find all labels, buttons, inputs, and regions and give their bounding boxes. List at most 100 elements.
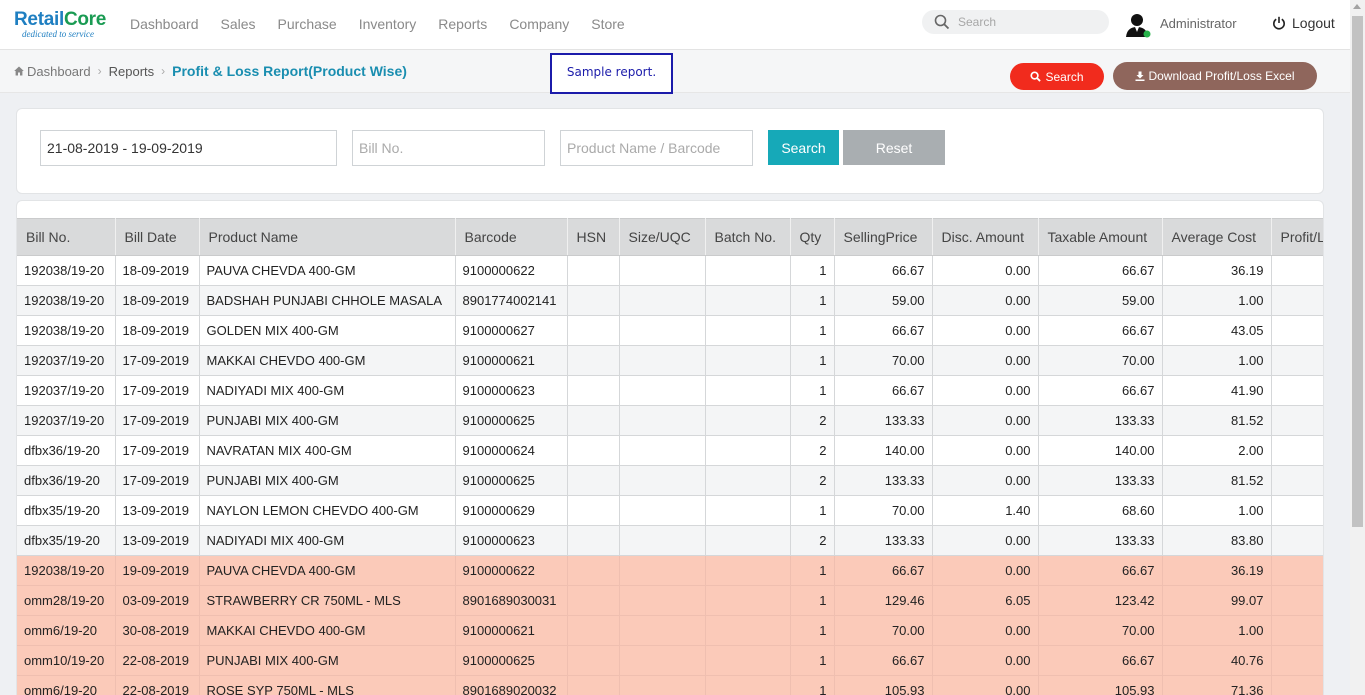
table-row-highlighted[interactable]: omm28/19-20 03-09-2019 STRAWBERRY CR 750ML… (17, 585, 1323, 616)
average-cost-cell: 81.52 (1162, 405, 1272, 436)
size-uqc-cell (619, 495, 706, 526)
column-header-size-uqc[interactable]: Size/UQC (619, 218, 706, 256)
logout-label: Logout (1292, 15, 1335, 31)
column-header-bill-date[interactable]: Bill Date (115, 218, 200, 256)
column-header-hsn[interactable]: HSN (567, 218, 620, 256)
search-button[interactable]: Search (768, 130, 839, 165)
table-row[interactable]: dfbx35/19-20 13-09-2019 NAYLON LEMON CHEVD… (17, 495, 1323, 526)
nav-reports[interactable]: Reports (438, 16, 487, 32)
breadcrumb-reports[interactable]: Reports (109, 64, 155, 79)
qty-cell: 1 (790, 675, 835, 695)
nav-store[interactable]: Store (591, 16, 624, 32)
scrollbar-thumb[interactable] (1352, 16, 1363, 527)
nav-purchase[interactable]: Purchase (278, 16, 337, 32)
average-cost-cell: 1.00 (1162, 615, 1272, 646)
table-row[interactable]: 192037/19-20 17-09-2019 PUNJABI MIX 400-GM… (17, 405, 1323, 436)
product-name-cell: ROSE SYP 750ML - MLS (199, 675, 456, 695)
bill-no-cell: omm6/19-20 (17, 615, 116, 646)
barcode-cell: 8901689030031 (455, 585, 568, 616)
global-search-input[interactable] (958, 13, 1098, 31)
barcode-cell: 8901689020032 (455, 675, 568, 695)
breadcrumb-dashboard[interactable]: Dashboard (27, 64, 91, 79)
reset-button[interactable]: Reset (843, 130, 945, 165)
hsn-cell (567, 645, 620, 676)
column-header-qty[interactable]: Qty (790, 218, 835, 256)
brand-logo[interactable]: RetailCore dedicated to service (14, 10, 106, 39)
table-row-highlighted[interactable]: omm6/19-20 22-08-2019 ROSE SYP 750ML - MLS… (17, 675, 1323, 695)
selling-price-cell: 133.33 (834, 405, 933, 436)
column-header-disc-amount[interactable]: Disc. Amount (932, 218, 1039, 256)
column-header-taxable-amount[interactable]: Taxable Amount (1038, 218, 1163, 256)
table-row[interactable]: dfbx36/19-20 17-09-2019 NAVRATAN MIX 400-G… (17, 435, 1323, 466)
vertical-scrollbar[interactable] (1350, 0, 1365, 695)
table-row[interactable]: 192038/19-20 18-09-2019 PAUVA CHEVDA 400-G… (17, 255, 1323, 286)
qty-cell: 1 (790, 615, 835, 646)
disc-amount-cell: 0.00 (932, 525, 1039, 556)
table-row[interactable]: dfbx36/19-20 17-09-2019 PUNJABI MIX 400-GM… (17, 465, 1323, 496)
batch-no-cell (705, 375, 791, 406)
column-header-bill-no[interactable]: Bill No. (17, 218, 116, 256)
disc-amount-cell: 0.00 (932, 255, 1039, 286)
qty-cell: 1 (790, 585, 835, 616)
download-excel-button[interactable]: Download Profit/Loss Excel (1113, 62, 1317, 90)
average-cost-cell: 99.07 (1162, 585, 1272, 616)
nav-dashboard[interactable]: Dashboard (130, 16, 199, 32)
bill-no-cell: dfbx35/19-20 (17, 495, 116, 526)
disc-amount-cell: 0.00 (932, 345, 1039, 376)
column-header-average-cost[interactable]: Average Cost (1162, 218, 1272, 256)
average-cost-cell: 71.36 (1162, 675, 1272, 695)
qty-cell: 1 (790, 645, 835, 676)
qty-cell: 2 (790, 405, 835, 436)
column-header-product-name[interactable]: Product Name (199, 218, 456, 256)
selling-price-cell: 133.33 (834, 525, 933, 556)
taxable-amount-cell: 66.67 (1038, 375, 1163, 406)
barcode-cell: 9100000623 (455, 375, 568, 406)
column-header-selling-price[interactable]: SellingPrice (834, 218, 933, 256)
column-header-batch-no[interactable]: Batch No. (705, 218, 791, 256)
date-range-input[interactable] (40, 130, 337, 166)
disc-amount-cell: 0.00 (932, 375, 1039, 406)
table-row[interactable]: dfbx35/19-20 13-09-2019 NADIYADI MIX 400-G… (17, 525, 1323, 556)
power-icon (1273, 16, 1285, 30)
column-header-barcode[interactable]: Barcode (455, 218, 568, 256)
logout-button[interactable]: Logout (1272, 15, 1335, 31)
table-row[interactable]: 192037/19-20 17-09-2019 NADIYADI MIX 400-G… (17, 375, 1323, 406)
search-toggle-label: Search (1045, 69, 1084, 84)
search-toggle-button[interactable]: Search (1010, 63, 1104, 90)
user-name[interactable]: Administrator (1160, 16, 1237, 31)
product-name-cell: PUNJABI MIX 400-GM (199, 465, 456, 496)
product-barcode-input[interactable] (560, 130, 753, 166)
user-avatar-icon[interactable] (1125, 12, 1151, 38)
bill-no-input[interactable] (352, 130, 545, 166)
home-icon (14, 66, 24, 76)
size-uqc-cell (619, 405, 706, 436)
table-row-highlighted[interactable]: 192038/19-20 19-09-2019 PAUVA CHEVDA 400-G… (17, 555, 1323, 586)
average-cost-cell: 36.19 (1162, 555, 1272, 586)
selling-price-cell: 140.00 (834, 435, 933, 466)
search-icon (934, 14, 950, 30)
table-row[interactable]: 192038/19-20 18-09-2019 GOLDEN MIX 400-GM 9… (17, 315, 1323, 346)
scroll-up-arrow-icon[interactable] (1353, 4, 1361, 9)
barcode-cell: 9100000622 (455, 555, 568, 586)
taxable-amount-cell: 66.67 (1038, 555, 1163, 586)
bill-no-cell: omm6/19-20 (17, 675, 116, 695)
column-header-profit-loss[interactable]: Profit/L (1271, 218, 1323, 256)
bill-no-cell: 192038/19-20 (17, 315, 116, 346)
nav-company[interactable]: Company (509, 16, 569, 32)
average-cost-cell: 1.00 (1162, 285, 1272, 316)
nav-inventory[interactable]: Inventory (359, 16, 417, 32)
profit-loss-cell: 4 (1271, 525, 1323, 556)
table-row[interactable]: 192037/19-20 17-09-2019 MAKKAI CHEVDO 400-… (17, 345, 1323, 376)
batch-no-cell (705, 315, 791, 346)
product-name-cell: MAKKAI CHEVDO 400-GM (199, 345, 456, 376)
table-row[interactable]: 192038/19-20 18-09-2019 BADSHAH PUNJABI CH… (17, 285, 1323, 316)
product-name-cell: PUNJABI MIX 400-GM (199, 645, 456, 676)
table-row-highlighted[interactable]: omm10/19-20 22-08-2019 PUNJABI MIX 400-GM 9… (17, 645, 1323, 676)
batch-no-cell (705, 495, 791, 526)
table-row-highlighted[interactable]: omm6/19-20 30-08-2019 MAKKAI CHEVDO 400-GM… (17, 615, 1323, 646)
size-uqc-cell (619, 645, 706, 676)
hsn-cell (567, 465, 620, 496)
qty-cell: 2 (790, 465, 835, 496)
product-name-cell: GOLDEN MIX 400-GM (199, 315, 456, 346)
nav-sales[interactable]: Sales (221, 16, 256, 32)
